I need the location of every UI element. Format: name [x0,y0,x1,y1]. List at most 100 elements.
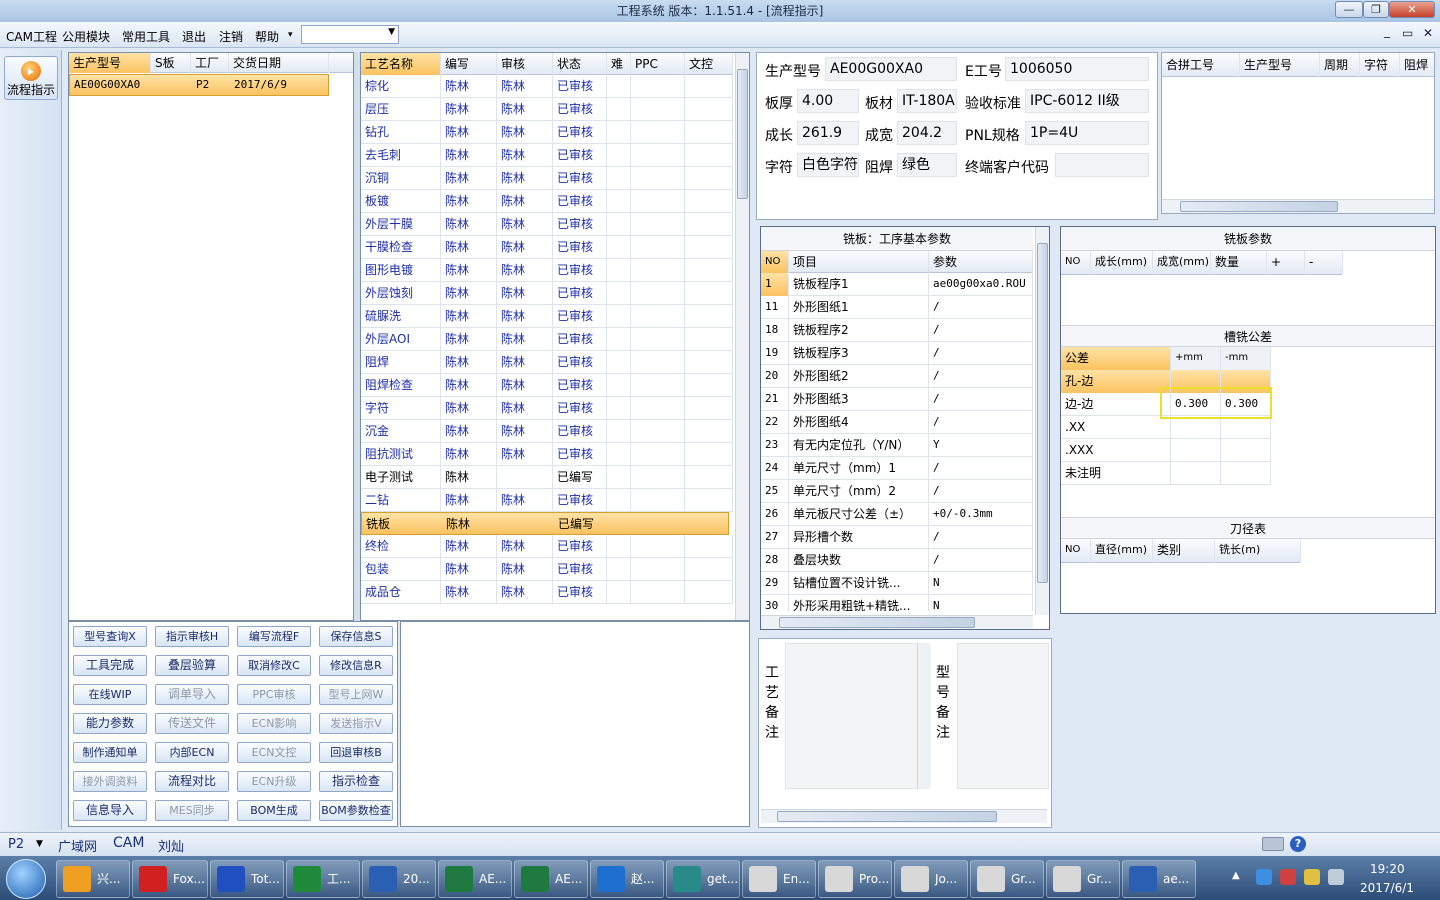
action-button[interactable]: 内部ECN [155,742,229,763]
table-row[interactable]: 层压 陈林 陈林 已审核 [361,98,733,121]
scroll-thumb[interactable] [1180,201,1338,212]
scroll-thumb[interactable] [777,811,997,822]
process-scrollbar[interactable] [735,53,749,620]
table-row[interactable]: 11 外形图纸1/ [761,296,1033,319]
table-row[interactable]: 图形电镀 陈林 陈林 已审核 [361,259,733,282]
action-button[interactable]: ECN影响 [237,713,311,734]
taskbar-item[interactable]: Gr... [970,860,1044,898]
table-row[interactable]: 包装 陈林 陈林 已审核 [361,558,733,581]
scroll-thumb[interactable] [1037,243,1048,583]
monitor-icon[interactable] [1328,869,1344,885]
taskbar-item[interactable]: Jo... [894,860,968,898]
action-button[interactable]: ECN文控 [237,742,311,763]
action-button[interactable]: 指示审核H [155,626,229,647]
col-no[interactable]: NO [761,251,789,273]
col-merge-mask[interactable]: 阻焊 [1400,53,1436,77]
col-header[interactable]: 审核 [497,53,553,75]
action-button[interactable]: 发送指示V [319,713,393,734]
col-plus[interactable]: + [1267,251,1305,275]
table-row[interactable]: 23 有无内定位孔（Y/N） Y [761,434,1033,457]
status-network[interactable]: 广域网 [58,836,97,855]
security-icon[interactable] [1304,869,1320,885]
flag-icon[interactable] [1280,869,1296,885]
table-row[interactable]: 1 铣板程序1 ae00g00xa0.ROU [761,273,1033,296]
notes-vscrollbar[interactable] [917,643,931,789]
col-header[interactable]: 工艺名称 [361,53,441,75]
clock-date[interactable]: 2017/6/1 [1360,881,1414,895]
menu-help[interactable]: 帮助 [255,28,279,45]
action-button[interactable]: 信息导入 [73,800,147,821]
network-icon[interactable] [1256,869,1272,885]
table-row[interactable]: 21 外形图纸3/ [761,388,1033,411]
col-merge-period[interactable]: 周期 [1320,53,1360,77]
maximize-button[interactable]: ❐ [1363,1,1389,18]
taskbar-item[interactable]: 兴... [56,860,130,898]
table-row[interactable]: 阻抗测试 陈林 陈林 已审核 [361,443,733,466]
cust-field[interactable] [1055,153,1149,177]
table-row[interactable]: 22 外形图纸4/ [761,411,1033,434]
taskbar-item[interactable]: Gr... [1046,860,1120,898]
table-row[interactable]: 二钻 陈林 陈林 已审核 [361,489,733,512]
table-row[interactable]: 棕化 陈林 陈林 已审核 [361,75,733,98]
action-button[interactable]: 型号查询X [73,626,147,647]
mill-hscrollbar[interactable] [761,615,1033,629]
action-button[interactable]: 调单导入 [155,684,229,705]
status-user[interactable]: 刘灿 [158,836,184,855]
menu-common-module[interactable]: 公用模块 [62,28,110,45]
len-field[interactable]: 261.9 [797,121,859,145]
action-button[interactable]: 流程对比 [155,771,229,792]
action-button[interactable]: 工具完成 [73,655,147,676]
clock-time[interactable]: 19:20 [1370,862,1405,876]
table-row[interactable]: 电子测试 陈林 已编写 [361,466,733,489]
tray-arrow-icon[interactable]: ▲ [1232,870,1240,881]
taskbar-item[interactable]: ae... [1122,860,1196,898]
menu-exit[interactable]: 退出 [182,28,206,45]
status-cam[interactable]: CAM [113,835,144,851]
e-no-field[interactable]: 1006050 [1005,57,1149,81]
col-qty[interactable]: 数量 [1211,251,1267,275]
merge-hscrollbar[interactable] [1162,199,1434,213]
action-button[interactable]: PPC审核 [237,684,311,705]
table-row[interactable]: 25 单元尺寸（mm）2/ [761,480,1033,503]
factory-status[interactable]: P2 [8,837,24,852]
col-merge-no[interactable]: 合拼工号 [1162,53,1240,77]
close-button[interactable]: ✕ [1389,1,1435,18]
col-merge-model[interactable]: 生产型号 [1240,53,1320,77]
taskbar-item[interactable]: Tot... [210,860,284,898]
col-diameter[interactable]: 直径(mm) [1091,539,1153,563]
col-category[interactable]: 类别 [1153,539,1215,563]
action-button[interactable]: 编写流程F [237,626,311,647]
table-row[interactable]: 30 外形采用粗铣+精铣... N [761,595,1033,611]
table-row[interactable]: 硫脲洗 陈林 陈林 已审核 [361,305,733,328]
table-row[interactable]: 外层AOI 陈林 陈林 已审核 [361,328,733,351]
action-button[interactable]: MES同步 [155,800,229,821]
table-row[interactable]: 沉金 陈林 陈林 已审核 [361,420,733,443]
col-header[interactable]: 编写 [441,53,497,75]
table-row[interactable]: 19 铣板程序3/ [761,342,1033,365]
table-row[interactable]: 外层蚀刻 陈林 陈林 已审核 [361,282,733,305]
table-row[interactable]: .XXX [1061,439,1271,462]
taskbar-item[interactable]: get... [666,860,740,898]
taskbar-item[interactable]: Pro... [818,860,892,898]
scroll-thumb[interactable] [737,69,748,199]
table-row[interactable]: 未注明 [1061,462,1271,485]
mask-field[interactable]: 绿色 [897,153,957,177]
taskbar-item[interactable]: 赵... [590,860,664,898]
table-row[interactable]: 板镀 陈林 陈林 已审核 [361,190,733,213]
std-field[interactable]: IPC-6012 II级 [1025,89,1149,113]
material-field[interactable]: IT-180A [897,89,957,113]
taskbar-item[interactable]: 工... [286,860,360,898]
windows-start-icon[interactable] [6,859,46,899]
col-delivery-date[interactable]: 交货日期 [229,53,329,73]
table-row[interactable]: 沉铜 陈林 陈林 已审核 [361,167,733,190]
action-button[interactable]: 接外调资料 [73,771,147,792]
table-row[interactable]: .XX [1061,416,1271,439]
col-len[interactable]: 成长(mm) [1091,251,1153,275]
table-row[interactable]: 26 单元板尺寸公差（±） +0/-0.3mm [761,503,1033,526]
flow-indicator-button[interactable]: ▸ 流程指示 [4,56,58,100]
action-button[interactable]: BOM生成 [237,800,311,821]
toolbar-combo[interactable]: ▼ [301,25,399,44]
col-header[interactable]: -mm [1221,347,1271,370]
table-row[interactable]: 27 异形槽个数 / [761,526,1033,549]
col-param[interactable]: 参数 [929,251,1033,273]
